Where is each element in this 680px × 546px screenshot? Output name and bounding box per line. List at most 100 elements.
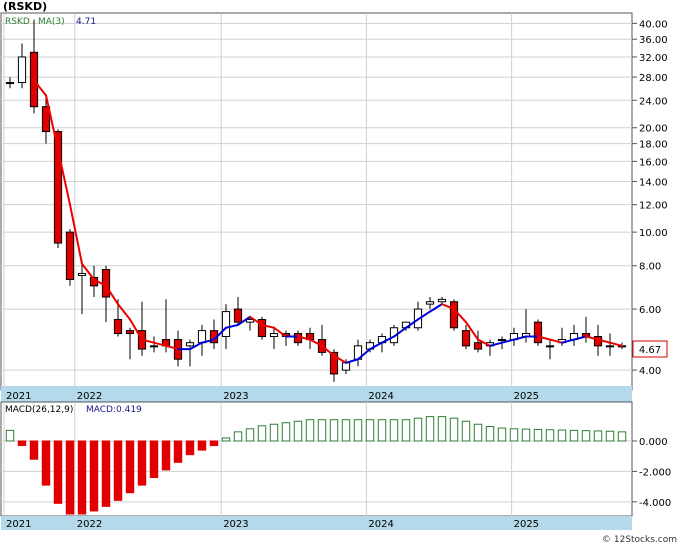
candle-body xyxy=(101,269,111,298)
price-x-tick-label: 2023 xyxy=(223,391,248,402)
price-panel: 40.00 36.00 32.00 28.00 24.00 20.00 18.00 16.00… xyxy=(0,12,668,402)
price-y-tick-label: 8.00 xyxy=(639,262,661,273)
macd-bar xyxy=(449,417,459,442)
macd-bar xyxy=(533,428,543,442)
macd-bar xyxy=(185,440,195,456)
candle-body xyxy=(533,321,543,344)
macd-bar xyxy=(413,417,423,442)
candle-body xyxy=(245,318,255,323)
candle-body xyxy=(77,272,87,276)
macd-panel: 0.000 -2.000 -4.000 2021 2022 2023 2024 2025 xyxy=(0,401,671,530)
macd-bar xyxy=(329,419,339,442)
macd-bar xyxy=(53,440,63,504)
macd-bar xyxy=(365,419,375,442)
macd-bar xyxy=(221,437,231,442)
macd-bar xyxy=(29,440,39,460)
macd-bar xyxy=(605,430,615,442)
macd-legend-label: MACD(26,12,9) xyxy=(5,405,73,415)
legend-ticker: RSKD xyxy=(5,17,30,27)
candle-body xyxy=(497,339,507,342)
price-y-tick-label: 6.00 xyxy=(639,305,661,316)
price-y-tick-label: 14.00 xyxy=(639,177,668,188)
macd-x-tick-label: 2021 xyxy=(6,519,31,530)
macd-bar xyxy=(317,419,327,442)
macd-bar xyxy=(581,430,591,442)
macd-bar xyxy=(113,440,123,501)
macd-bar xyxy=(473,423,483,442)
candle-body xyxy=(449,301,459,329)
macd-bar xyxy=(497,427,507,442)
candle-body xyxy=(341,362,351,371)
price-y-tick-label: 18.00 xyxy=(639,140,668,151)
chart-title: (RSKD) xyxy=(3,0,47,13)
candle-body xyxy=(113,318,123,335)
macd-bar xyxy=(569,429,579,442)
candle-body xyxy=(149,345,159,348)
macd-x-tick-label: 2023 xyxy=(223,519,248,530)
price-x-tick-label: 2024 xyxy=(368,391,393,402)
macd-bar xyxy=(377,419,387,442)
price-y-tick-label: 36.00 xyxy=(639,35,668,46)
last-price-value: 4.67 xyxy=(639,345,661,356)
candle-body xyxy=(125,330,135,335)
macd-bar xyxy=(197,440,207,451)
macd-bar xyxy=(125,440,135,494)
candle-body xyxy=(17,56,27,84)
candle-body xyxy=(233,308,243,323)
price-y-tick-label: 12.00 xyxy=(639,201,668,212)
macd-x-tick-label: 2024 xyxy=(368,519,393,530)
macd-bar xyxy=(281,422,291,442)
macd-bar xyxy=(5,429,15,442)
macd-bar xyxy=(389,419,399,442)
macd-bar xyxy=(425,416,435,442)
macd-bar xyxy=(521,428,531,442)
macd-bar xyxy=(341,419,351,442)
macd-bar xyxy=(17,440,27,447)
macd-bar xyxy=(269,423,279,442)
price-y-tick-label: 24.00 xyxy=(639,96,668,107)
macd-bar xyxy=(65,440,75,515)
price-x-tick-label: 2022 xyxy=(77,391,102,402)
price-x-tick-label: 2025 xyxy=(514,391,539,402)
macd-bar xyxy=(161,440,171,471)
macd-bar xyxy=(509,428,519,442)
macd-bar xyxy=(173,440,183,463)
price-y-tick-label: 4.00 xyxy=(639,366,661,377)
candle-body xyxy=(269,333,279,338)
price-y-tick-label: 40.00 xyxy=(639,19,668,30)
candle-body xyxy=(221,311,231,338)
candle-body xyxy=(65,231,75,281)
price-y-tick-label: 16.00 xyxy=(639,157,668,168)
candle-body xyxy=(425,301,435,305)
macd-bar xyxy=(245,428,255,442)
price-y-tick-label: 20.00 xyxy=(639,124,668,135)
macd-legend-value: MACD:0.419 xyxy=(86,405,142,415)
candle-body xyxy=(197,330,207,344)
macd-bar xyxy=(41,440,51,486)
macd-y-tick-label: 0.000 xyxy=(639,437,668,448)
macd-bar xyxy=(557,429,567,442)
stock-chart: 40.00 36.00 32.00 28.00 24.00 20.00 18.00 16.00… xyxy=(0,0,680,546)
candle-body xyxy=(461,330,471,347)
macd-bar xyxy=(77,440,87,515)
macd-bar xyxy=(305,419,315,442)
candle-body xyxy=(5,82,15,85)
price-y-tick-label: 32.00 xyxy=(639,53,668,64)
candle-body xyxy=(605,345,615,348)
price-y-tick-label: 28.00 xyxy=(639,73,668,84)
candle-body xyxy=(545,345,555,348)
macd-bar xyxy=(617,431,627,442)
macd-y-tick-label: -2.000 xyxy=(639,467,671,478)
macd-bar xyxy=(89,440,99,512)
macd-x-tick-label: 2022 xyxy=(77,519,102,530)
macd-bar xyxy=(293,420,303,442)
macd-bar xyxy=(437,416,447,442)
price-y-tick-label: 10.00 xyxy=(639,228,668,239)
candle-body xyxy=(437,298,447,303)
legend-ma-label: MA(3) xyxy=(38,17,65,27)
macd-bar xyxy=(101,440,111,507)
macd-y-tick-label: -4.000 xyxy=(639,498,671,509)
macd-bar xyxy=(209,440,219,447)
macd-bar xyxy=(545,429,555,442)
candle-body xyxy=(473,342,483,350)
